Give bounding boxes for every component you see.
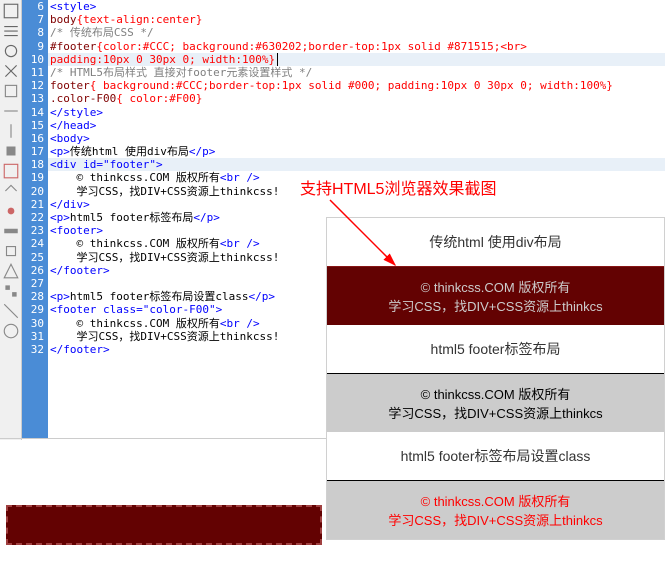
editor-border — [0, 438, 330, 440]
tool-icon-5[interactable] — [2, 82, 20, 100]
code-text: { color:#F00} — [116, 92, 202, 105]
line-number: 22 — [22, 211, 48, 224]
code-text: </p> — [248, 290, 275, 303]
code-text: 传统html 使用div布局 — [70, 145, 189, 158]
line-number: 15 — [22, 119, 48, 132]
line-number-gutter: 6789101112131415161718192021222324252627… — [22, 0, 48, 438]
line-number: 24 — [22, 237, 48, 250]
editor-toolbar — [0, 0, 22, 440]
code-text: 学习CSS，找DIV+CSS资源上thinkcss! — [77, 330, 280, 343]
code-text: <p> — [50, 290, 70, 303]
code-text: <p> — [50, 211, 70, 224]
cursor — [277, 53, 278, 66]
line-number: 19 — [22, 171, 48, 184]
code-text: <style> — [50, 0, 96, 13]
code-text: <div id="footer"> — [50, 158, 163, 171]
code-text: <p> — [50, 145, 70, 158]
tool-icon-15[interactable] — [2, 282, 20, 300]
line-number: 14 — [22, 106, 48, 119]
code-text: <footer> — [50, 224, 103, 237]
line-number: 31 — [22, 330, 48, 343]
tool-icon-13[interactable] — [2, 242, 20, 260]
code-text: <footer class="color-F00"> — [50, 303, 222, 316]
code-text: {text-align:center} — [77, 13, 203, 26]
line-number: 12 — [22, 79, 48, 92]
code-text: .color-F00 — [50, 92, 116, 105]
tool-icon-17[interactable] — [2, 322, 20, 340]
line-number: 11 — [22, 66, 48, 79]
line-number: 16 — [22, 132, 48, 145]
tool-icon-8[interactable] — [2, 142, 20, 160]
line-number: 20 — [22, 185, 48, 198]
code-text: padding:10px 0 30px 0; width:100%} — [50, 53, 275, 66]
code-text: /* HTML5布局样式 直接对footer元素设置样式 */ — [50, 66, 312, 79]
bottom-selection-bar — [6, 505, 322, 545]
tool-icon-16[interactable] — [2, 302, 20, 320]
tool-icon-14[interactable] — [2, 262, 20, 280]
preview-text: 学习CSS，找DIV+CSS资源上thinkcs — [327, 510, 664, 529]
preview-footer-html5: © thinkcss.COM 版权所有 学习CSS，找DIV+CSS资源上thi… — [327, 373, 664, 432]
code-text: <br /> — [220, 317, 260, 330]
code-text: </style> — [50, 106, 103, 119]
code-text: 学习CSS，找DIV+CSS资源上thinkcss! — [77, 185, 280, 198]
tool-icon-1[interactable] — [2, 2, 20, 20]
tool-icon-11[interactable] — [2, 202, 20, 220]
line-number: 8 — [22, 26, 48, 39]
tool-icon-9[interactable] — [2, 162, 20, 180]
line-number: 7 — [22, 13, 48, 26]
preview-text: 学习CSS，找DIV+CSS资源上thinkcs — [327, 403, 664, 422]
code-text: </p> — [189, 145, 216, 158]
code-text: </div> — [50, 198, 90, 211]
code-text: html5 footer标签布局设置class — [70, 290, 249, 303]
code-text: </footer> — [50, 264, 110, 277]
line-number: 26 — [22, 264, 48, 277]
line-number: 29 — [22, 303, 48, 316]
line-number: 17 — [22, 145, 48, 158]
annotation-arrow — [300, 195, 420, 285]
tool-icon-2[interactable] — [2, 22, 20, 40]
tool-icon-6[interactable] — [2, 102, 20, 120]
code-text: { background:#CCC;border-top:1px solid #… — [90, 79, 613, 92]
code-text: #footer — [50, 40, 96, 53]
tool-icon-7[interactable] — [2, 122, 20, 140]
code-text: </footer> — [50, 343, 110, 356]
code-text: <body> — [50, 132, 90, 145]
line-number: 23 — [22, 224, 48, 237]
preview-text: 学习CSS，找DIV+CSS资源上thinkcs — [327, 296, 664, 315]
line-number: 30 — [22, 317, 48, 330]
tool-icon-10[interactable] — [2, 182, 20, 200]
line-number: 13 — [22, 92, 48, 105]
preview-footer-html5-class: © thinkcss.COM 版权所有 学习CSS，找DIV+CSS资源上thi… — [327, 480, 664, 539]
code-text: footer — [50, 79, 90, 92]
preview-text: © thinkcss.COM 版权所有 — [327, 384, 664, 403]
line-number: 25 — [22, 251, 48, 264]
code-text: © thinkcss.COM 版权所有 — [77, 317, 220, 330]
line-number: 9 — [22, 40, 48, 53]
line-number: 27 — [22, 277, 48, 290]
code-text: © thinkcss.COM 版权所有 — [77, 171, 220, 184]
code-text: {color:#CCC; background:#630202;border-t… — [96, 40, 526, 53]
line-number: 32 — [22, 343, 48, 356]
code-text: </p> — [193, 211, 220, 224]
code-text: 学习CSS，找DIV+CSS资源上thinkcss! — [77, 251, 280, 264]
code-text: /* 传统布局CSS */ — [50, 26, 154, 39]
preview-heading-2: html5 footer标签布局 — [327, 325, 664, 373]
line-number: 10 — [22, 53, 48, 66]
line-number: 21 — [22, 198, 48, 211]
line-number: 6 — [22, 0, 48, 13]
code-text: <br /> — [220, 237, 260, 250]
preview-text: © thinkcss.COM 版权所有 — [327, 491, 664, 510]
line-number: 28 — [22, 290, 48, 303]
tool-icon-3[interactable] — [2, 42, 20, 60]
line-number: 18 — [22, 158, 48, 171]
code-text: <br /> — [220, 171, 260, 184]
code-text: © thinkcss.COM 版权所有 — [77, 237, 220, 250]
code-text: body — [50, 13, 77, 26]
preview-heading-3: html5 footer标签布局设置class — [327, 432, 664, 480]
tool-icon-12[interactable] — [2, 222, 20, 240]
tool-icon-4[interactable] — [2, 62, 20, 80]
code-text: html5 footer标签布局 — [70, 211, 193, 224]
code-text: </head> — [50, 119, 96, 132]
